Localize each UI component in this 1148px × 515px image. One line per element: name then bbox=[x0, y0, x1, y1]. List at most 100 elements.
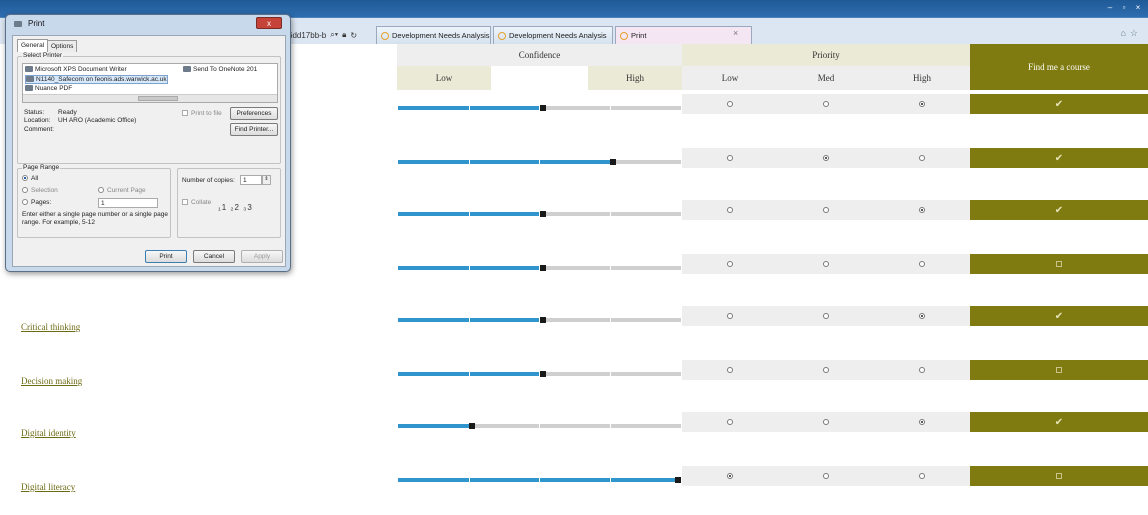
priority-radio[interactable] bbox=[823, 313, 829, 319]
find-course-cell[interactable] bbox=[970, 360, 1148, 380]
priority-radio[interactable] bbox=[823, 207, 829, 213]
confidence-slider[interactable] bbox=[398, 371, 681, 377]
priority-radio[interactable] bbox=[727, 367, 733, 373]
priority-high-cell[interactable] bbox=[874, 360, 970, 380]
priority-radio[interactable] bbox=[919, 207, 925, 213]
priority-radio[interactable] bbox=[919, 155, 925, 161]
apply-button[interactable]: Apply bbox=[241, 250, 283, 263]
priority-radio[interactable] bbox=[727, 419, 733, 425]
find-course-cell[interactable] bbox=[970, 466, 1148, 486]
priority-radio[interactable] bbox=[823, 367, 829, 373]
priority-radio[interactable] bbox=[727, 101, 733, 107]
minimize-icon[interactable]: – bbox=[1104, 3, 1116, 13]
priority-radio[interactable] bbox=[919, 101, 925, 107]
tab-development-needs-2[interactable]: Development Needs Analysis bbox=[493, 26, 613, 44]
priority-high-cell[interactable] bbox=[874, 306, 970, 326]
priority-low-cell[interactable] bbox=[682, 94, 778, 114]
priority-radio[interactable] bbox=[727, 473, 733, 479]
priority-radio[interactable] bbox=[727, 155, 733, 161]
current-page-radio[interactable]: Current Page bbox=[98, 187, 146, 194]
confidence-slider-handle[interactable] bbox=[468, 423, 475, 429]
priority-high-cell[interactable] bbox=[874, 412, 970, 432]
priority-high-cell[interactable] bbox=[874, 94, 970, 114]
collate-checkbox[interactable]: Collate bbox=[182, 199, 211, 206]
priority-radio[interactable] bbox=[919, 313, 925, 319]
priority-radio[interactable] bbox=[823, 155, 829, 161]
confidence-slider-handle[interactable] bbox=[539, 105, 546, 111]
horizontal-scrollbar[interactable] bbox=[23, 94, 277, 102]
maximize-icon[interactable]: ▫ bbox=[1118, 3, 1130, 13]
printer-item[interactable]: Nuance PDF bbox=[25, 85, 72, 92]
printer-item[interactable]: Microsoft XPS Document Writer bbox=[25, 66, 127, 73]
priority-low-cell[interactable] bbox=[682, 306, 778, 326]
priority-radio[interactable] bbox=[919, 367, 925, 373]
tab-print[interactable]: Print bbox=[615, 26, 752, 44]
checkbox-icon[interactable] bbox=[1056, 367, 1062, 373]
priority-med-cell[interactable] bbox=[778, 412, 874, 432]
priority-med-cell[interactable] bbox=[778, 200, 874, 220]
find-course-cell[interactable]: ✔ bbox=[970, 306, 1148, 326]
confidence-slider[interactable] bbox=[398, 317, 681, 323]
preferences-button[interactable]: Preferences bbox=[230, 107, 278, 120]
priority-low-cell[interactable] bbox=[682, 148, 778, 168]
priority-radio[interactable] bbox=[919, 261, 925, 267]
priority-low-cell[interactable] bbox=[682, 200, 778, 220]
confidence-slider-handle[interactable] bbox=[610, 159, 617, 165]
pages-input[interactable]: 1 bbox=[98, 198, 158, 208]
priority-low-cell[interactable] bbox=[682, 466, 778, 486]
confidence-slider[interactable] bbox=[398, 105, 681, 111]
priority-high-cell[interactable] bbox=[874, 254, 970, 274]
confidence-slider-handle[interactable] bbox=[539, 371, 546, 377]
confidence-slider[interactable] bbox=[398, 265, 681, 271]
confidence-slider-handle[interactable] bbox=[539, 265, 546, 271]
cancel-button[interactable]: Cancel bbox=[193, 250, 235, 263]
priority-radio[interactable] bbox=[823, 419, 829, 425]
pages-radio[interactable]: Pages: bbox=[22, 199, 51, 206]
find-course-cell[interactable] bbox=[970, 254, 1148, 274]
copies-input[interactable]: 1 bbox=[240, 175, 262, 185]
confidence-slider[interactable] bbox=[398, 477, 681, 483]
priority-high-cell[interactable] bbox=[874, 466, 970, 486]
printer-list[interactable]: Microsoft XPS Document Writer Send To On… bbox=[22, 63, 278, 103]
find-course-cell[interactable]: ✔ bbox=[970, 94, 1148, 114]
skill-link[interactable]: Decision making bbox=[21, 376, 82, 386]
priority-low-cell[interactable] bbox=[682, 412, 778, 432]
find-course-cell[interactable]: ✔ bbox=[970, 148, 1148, 168]
priority-radio[interactable] bbox=[727, 313, 733, 319]
priority-med-cell[interactable] bbox=[778, 466, 874, 486]
copies-stepper[interactable]: ⇕ bbox=[262, 175, 271, 185]
printer-item[interactable]: Send To OneNote 201 bbox=[183, 66, 257, 73]
all-radio[interactable]: All bbox=[22, 175, 38, 182]
checkbox-icon[interactable] bbox=[1056, 473, 1062, 479]
scrollbar-thumb[interactable] bbox=[138, 96, 178, 101]
priority-med-cell[interactable] bbox=[778, 360, 874, 380]
priority-radio[interactable] bbox=[823, 473, 829, 479]
refresh-icon[interactable]: ↻ bbox=[350, 31, 357, 40]
tab-close-icon[interactable]: × bbox=[733, 28, 738, 38]
close-icon[interactable]: × bbox=[1132, 3, 1144, 13]
print-to-file-checkbox[interactable]: Print to file bbox=[182, 110, 222, 117]
priority-radio[interactable] bbox=[823, 101, 829, 107]
address-bar[interactable]: 6dd17bb-b ⌕▾ 🔒︎ ↻ bbox=[288, 27, 357, 43]
priority-radio[interactable] bbox=[727, 207, 733, 213]
tab-options[interactable]: Options bbox=[47, 40, 78, 52]
skill-link[interactable]: Digital identity bbox=[21, 428, 76, 438]
priority-low-cell[interactable] bbox=[682, 254, 778, 274]
confidence-slider-handle[interactable] bbox=[675, 477, 681, 483]
print-button[interactable]: Print bbox=[145, 250, 187, 263]
search-icon[interactable]: ⌕▾ bbox=[330, 30, 338, 40]
skill-link[interactable]: Critical thinking bbox=[21, 322, 80, 332]
priority-low-cell[interactable] bbox=[682, 360, 778, 380]
confidence-slider[interactable] bbox=[398, 423, 681, 429]
tab-general[interactable]: General bbox=[17, 39, 49, 52]
find-course-cell[interactable]: ✔ bbox=[970, 412, 1148, 432]
priority-med-cell[interactable] bbox=[778, 306, 874, 326]
priority-radio[interactable] bbox=[919, 419, 925, 425]
find-course-cell[interactable]: ✔ bbox=[970, 200, 1148, 220]
confidence-slider-handle[interactable] bbox=[539, 211, 546, 217]
priority-radio[interactable] bbox=[823, 261, 829, 267]
priority-med-cell[interactable] bbox=[778, 94, 874, 114]
selection-radio[interactable]: Selection bbox=[22, 187, 58, 194]
confidence-slider[interactable] bbox=[398, 211, 681, 217]
priority-med-cell[interactable] bbox=[778, 254, 874, 274]
